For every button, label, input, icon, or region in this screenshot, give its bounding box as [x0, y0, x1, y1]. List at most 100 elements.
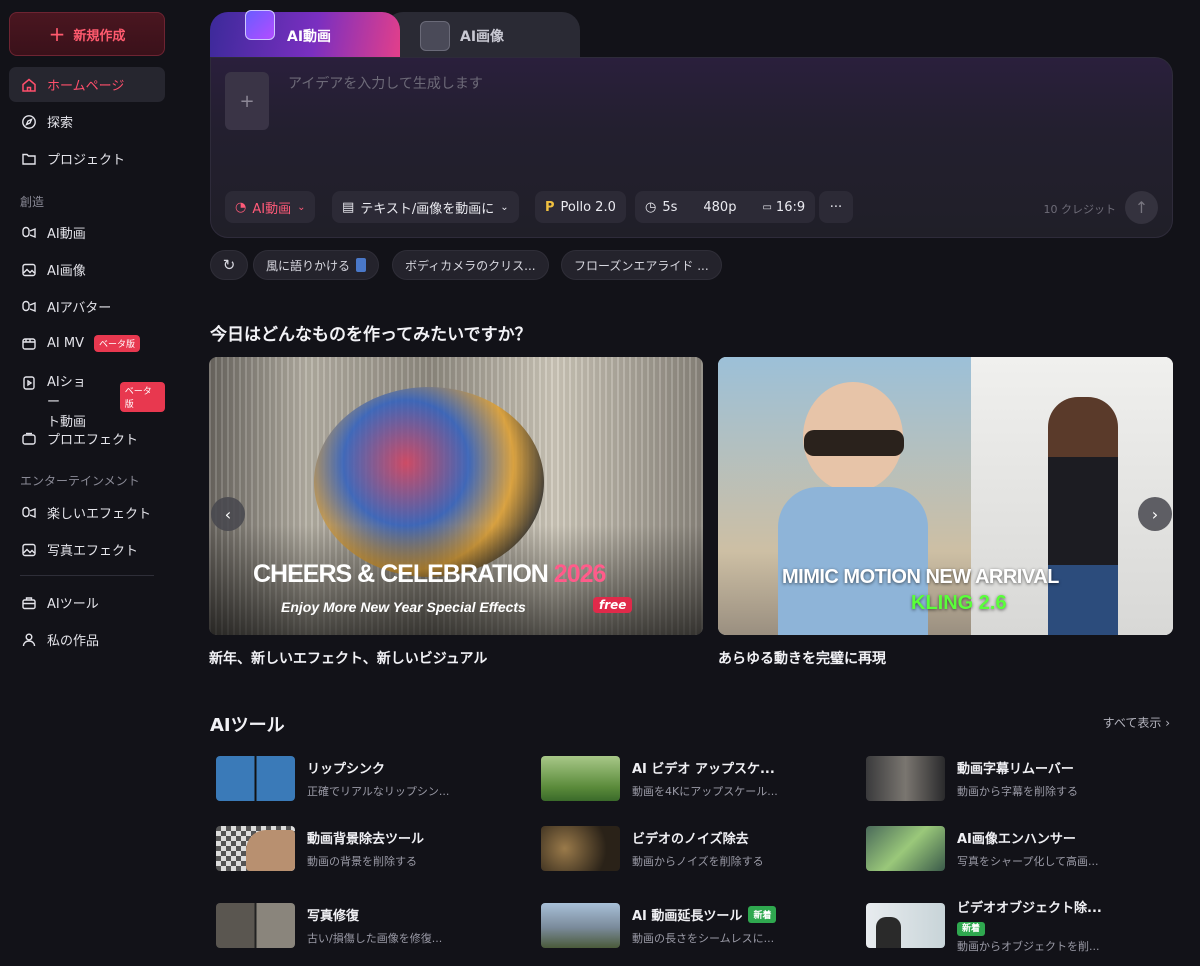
sidebar-item-ai-short-video[interactable]: AIショー ト動画 ベータ版 — [9, 370, 165, 430]
sidebar-item-pro-effects[interactable]: プロエフェクト — [9, 421, 165, 456]
user-icon — [21, 632, 37, 648]
tab-ai-video-label: AI動画 — [287, 29, 332, 45]
denoise-thumbnail — [541, 825, 620, 871]
tool-title: AI画像エンハンサー — [957, 831, 1076, 847]
sidebar-item-label: 楽しいエフェクト — [47, 507, 152, 522]
model-select[interactable]: P Pollo 2.0 — [535, 191, 626, 223]
sidebar-item-ai-image[interactable]: AI画像 — [9, 252, 165, 287]
prompt-panel: + ◔ AI動画 ⌄ ▤ テキスト/画像を動画に ⌄ P Pollo 2.0 ◷… — [210, 57, 1173, 238]
tool-text: 動画字幕リムーバー 動画から字幕を削除する — [957, 758, 1078, 799]
tool-title: リップシンク — [307, 761, 386, 777]
suggestion-chip[interactable]: ボディカメラのクリス... — [392, 250, 549, 280]
clock-icon: ◷ — [645, 199, 657, 215]
tool-title-text: AI 動画延長ツール — [632, 908, 743, 924]
sidebar-item-label: 写真エフェクト — [47, 544, 139, 559]
compass-icon — [21, 114, 37, 130]
sidebar-item-photo-effects[interactable]: 写真エフェクト — [9, 532, 165, 567]
sidebar-item-explore[interactable]: 探索 — [9, 104, 165, 139]
new-badge: 新着 — [957, 921, 986, 936]
text-image-icon: ▤ — [342, 199, 355, 215]
tool-subtitle-remover[interactable]: 動画字幕リムーバー 動画から字幕を削除する — [866, 755, 1078, 801]
tool-title: 動画字幕リムーバー — [957, 761, 1074, 777]
extender-thumbnail — [541, 902, 620, 948]
tool-video-extender[interactable]: AI 動画延長ツール 新着 動画の長さをシームレスに... — [541, 902, 777, 948]
chevron-right-icon: › — [1151, 504, 1159, 524]
tool-lip-sync[interactable]: リップシンク 正確でリアルなリップシン... — [216, 755, 449, 801]
upscaler-thumbnail — [541, 755, 620, 801]
prompt-input[interactable] — [288, 76, 988, 92]
banner-title: CHEERS & CELEBRATION 2026 — [253, 560, 606, 589]
tool-photo-restore[interactable]: 写真修復 古い/損傷した画像を修復... — [216, 902, 442, 948]
suggestion-chip[interactable]: 風に語りかける — [253, 250, 380, 280]
sidebar-item-label: AIツール — [47, 597, 99, 612]
tool-object-remover[interactable]: ビデオオブジェクト除... 新着動画からオブジェクトを削... — [866, 901, 1102, 953]
sidebar-item-label: AI画像 — [47, 264, 86, 279]
mode-select[interactable]: ◔ AI動画 ⌄ — [225, 191, 316, 223]
tab-ai-image-label: AI画像 — [460, 29, 505, 45]
sidebar-item-home[interactable]: ホームページ — [9, 67, 165, 102]
tool-desc: 動画から字幕を削除する — [957, 784, 1078, 798]
video-settings-group[interactable]: ◷ 5s 480p ▭ 16:9 — [635, 191, 816, 223]
image-icon — [21, 262, 37, 278]
new-create-label: 新規作成 — [73, 28, 126, 44]
pollo-logo-icon: P — [545, 199, 555, 215]
photo-effect-icon — [21, 542, 37, 558]
object-remover-thumbnail — [866, 902, 945, 948]
tab-ai-video[interactable]: AI動画 — [210, 10, 400, 60]
resolution-setting[interactable]: 480p — [693, 200, 746, 215]
refresh-suggestions-button[interactable]: ↻ — [210, 250, 248, 280]
tool-video-upscaler[interactable]: AI ビデオ アップスケ... 動画を4Kにアップスケール... — [541, 755, 778, 801]
aspect-ratio-icon: ▭ — [762, 201, 772, 213]
sidebar-item-ai-video[interactable]: AI動画 — [9, 215, 165, 250]
tab-ai-image[interactable]: AI画像 — [385, 12, 580, 60]
upload-image-button[interactable]: + — [225, 72, 269, 130]
baby-shirt-image — [778, 487, 928, 635]
tool-desc: 動画の背景を削除する — [307, 854, 417, 868]
home-icon — [21, 77, 37, 93]
beta-badge: ベータ版 — [119, 382, 165, 412]
sidebar-item-fun-effects[interactable]: 楽しいエフェクト — [9, 495, 165, 530]
tool-title: ビデオオブジェクト除... — [957, 900, 1102, 916]
refresh-icon: ↻ — [222, 256, 236, 274]
credits-label: 10 クレジット — [1043, 203, 1117, 216]
see-all-link[interactable]: すべて表示 › — [1103, 714, 1170, 731]
arrow-up-icon: ↑ — [1134, 198, 1149, 217]
suggestion-chip[interactable]: フローズンエアライド ... — [561, 250, 722, 280]
tool-title: 動画背景除去ツール — [307, 831, 425, 847]
aspect-ratio-setting[interactable]: ▭ 16:9 — [752, 200, 815, 215]
carousel-next-button[interactable]: › — [1138, 497, 1172, 531]
tool-background-remover[interactable]: 動画背景除去ツール 動画の背景を削除する — [216, 825, 424, 871]
lip-sync-thumbnail — [216, 755, 295, 801]
tool-desc: 古い/損傷した画像を修復... — [307, 931, 443, 945]
generation-type-select[interactable]: ▤ テキスト/画像を動画に ⌄ — [332, 191, 519, 223]
sidebar-item-my-works[interactable]: 私の作品 — [9, 622, 165, 657]
pro-effect-icon — [21, 431, 37, 447]
sidebar-item-projects[interactable]: プロジェクト — [9, 141, 165, 176]
mv-icon — [21, 336, 37, 352]
sidebar-item-ai-mv[interactable]: AI MV ベータ版 — [9, 326, 165, 361]
sidebar-item-label: AI動画 — [47, 227, 86, 242]
sidebar-item-ai-tools[interactable]: AIツール — [9, 585, 165, 620]
person-image — [246, 829, 295, 871]
tool-video-denoise[interactable]: ビデオのノイズ除去 動画からノイズを削除する — [541, 825, 764, 871]
mode-tabs: AI画像 AI動画 — [210, 10, 580, 60]
tool-desc: 動画からオブジェクトを削... — [957, 939, 1100, 953]
duration-setting[interactable]: ◷ 5s — [635, 200, 687, 215]
sunglasses-image — [804, 430, 904, 456]
short-video-label-line1: AIショー — [47, 375, 86, 410]
beta-badge: ベータ版 — [93, 335, 140, 352]
person-image — [876, 916, 901, 948]
new-create-button[interactable]: + 新規作成 — [9, 12, 165, 56]
banner-mimic-motion[interactable]: MIMIC MOTION NEW ARRIVAL KLING 2.6 — [718, 357, 1173, 635]
more-options-button[interactable]: ··· — [819, 191, 853, 223]
sidebar-item-ai-avatar[interactable]: AIアバター — [9, 289, 165, 324]
sidebar-item-label: プロジェクト — [47, 153, 126, 168]
tool-title: ビデオのノイズ除去 — [632, 831, 749, 847]
clapperboard-icon — [245, 10, 275, 40]
tool-image-enhancer[interactable]: AI画像エンハンサー 写真をシャープ化して高画... — [866, 825, 1099, 871]
banner-cheers[interactable]: CHEERS & CELEBRATION 2026 Enjoy More New… — [209, 357, 703, 635]
carousel-prev-button[interactable]: ‹ — [211, 497, 245, 531]
banner-caption: 新年、新しいエフェクト、新しいビジュアル — [209, 651, 488, 667]
send-button[interactable]: ↑ — [1125, 191, 1158, 224]
chevron-right-icon: › — [1165, 716, 1170, 730]
